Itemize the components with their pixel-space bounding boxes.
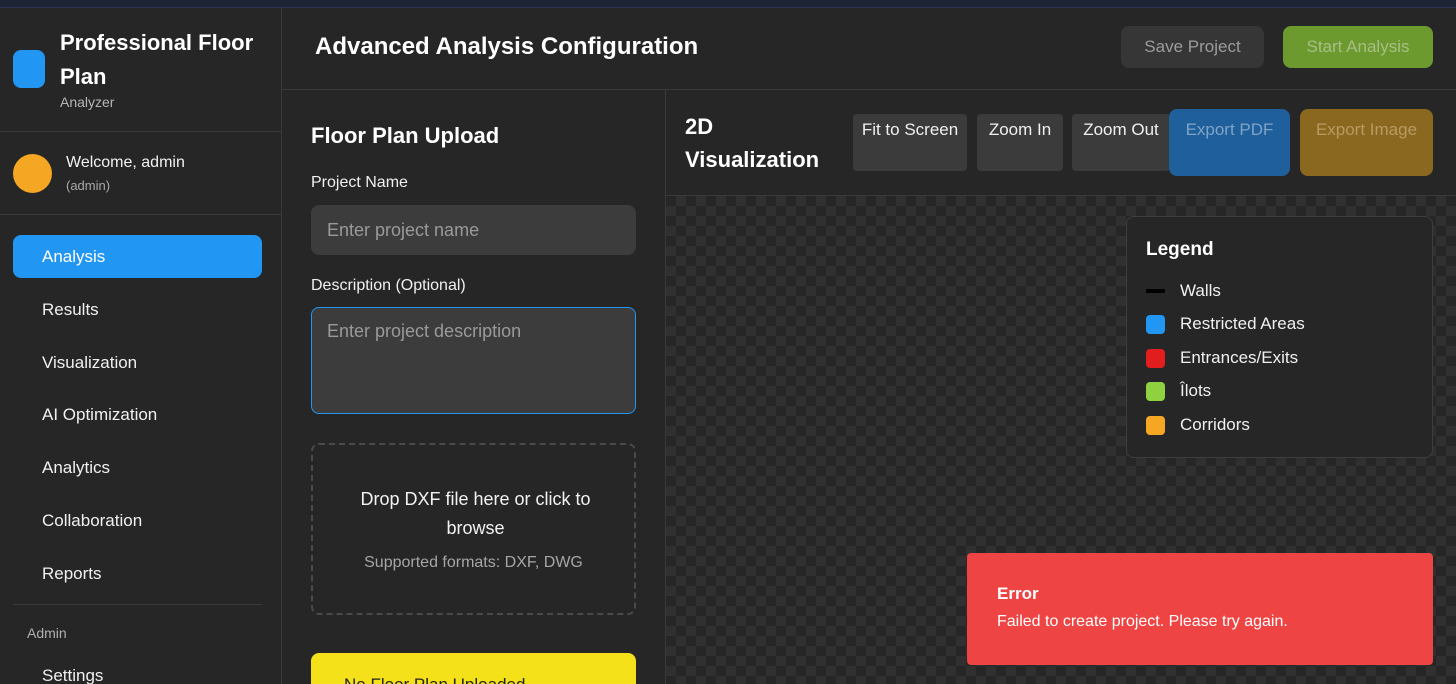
- legend-title: Legend: [1146, 239, 1214, 260]
- sidebar-item-analysis[interactable]: Analysis: [13, 235, 262, 278]
- entrances-swatch: [1146, 349, 1165, 368]
- sidebar-item-reports[interactable]: Reports: [13, 552, 262, 595]
- upload-panel: Floor Plan Upload Project Name Enter pro…: [282, 90, 666, 684]
- zoom-out-button[interactable]: Zoom Out: [1072, 114, 1170, 171]
- legend-label: Corridors: [1180, 415, 1250, 434]
- visualization-title: 2D Visualization: [685, 114, 820, 172]
- error-toast[interactable]: Error Failed to create project. Please t…: [967, 553, 1433, 665]
- visualization-panel: 2D Visualization Fit to Screen Zoom In Z…: [666, 90, 1456, 684]
- export-image-button[interactable]: Export Image: [1300, 109, 1433, 176]
- project-name-label: Project Name: [311, 174, 408, 191]
- export-pdf-button[interactable]: Export PDF: [1169, 109, 1290, 176]
- app-logo-icon: [13, 50, 45, 88]
- sidebar-item-analytics[interactable]: Analytics: [13, 446, 262, 489]
- brand: Professional Floor Plan Analyzer: [0, 8, 281, 132]
- legend-label: Walls: [1180, 281, 1221, 300]
- restricted-swatch: [1146, 315, 1165, 334]
- sidebar-item-visualization[interactable]: Visualization: [13, 341, 262, 384]
- toast-message: Failed to create project. Please try aga…: [997, 613, 1288, 630]
- zoom-in-button[interactable]: Zoom In: [977, 114, 1063, 171]
- legend-label: Îlots: [1180, 381, 1212, 400]
- upload-title: Floor Plan Upload: [311, 123, 500, 148]
- sidebar: Professional Floor Plan Analyzer Welcome…: [0, 8, 282, 684]
- start-analysis-button[interactable]: Start Analysis: [1283, 26, 1433, 68]
- walls-swatch: [1146, 289, 1165, 293]
- user-panel: Welcome, admin (admin): [0, 132, 281, 215]
- top-strip: [0, 0, 1456, 8]
- floor-plan-canvas[interactable]: Legend Walls Restricted Areas Entrances/…: [666, 196, 1456, 684]
- nav-divider: [13, 604, 262, 605]
- description-textarea[interactable]: Enter project description: [311, 307, 636, 414]
- project-name-input[interactable]: Enter project name: [311, 205, 636, 255]
- page-header: Advanced Analysis Configuration Save Pro…: [282, 8, 1456, 90]
- save-project-button[interactable]: Save Project: [1121, 26, 1264, 68]
- sidebar-item-ai-optimization[interactable]: AI Optimization: [13, 393, 262, 436]
- legend-label: Entrances/Exits: [1180, 348, 1299, 367]
- sidebar-item-settings[interactable]: Settings: [13, 654, 262, 684]
- legend-label: Restricted Areas: [1180, 314, 1305, 333]
- supported-formats: Supported formats: DXF, DWG: [364, 554, 583, 571]
- user-role: (admin): [66, 178, 111, 193]
- fit-to-screen-button[interactable]: Fit to Screen: [853, 114, 967, 171]
- sidebar-item-collaboration[interactable]: Collaboration: [13, 499, 262, 542]
- file-dropzone[interactable]: Drop DXF file here or click to browse Su…: [311, 443, 636, 615]
- legend: Legend Walls Restricted Areas Entrances/…: [1126, 216, 1433, 458]
- dropzone-text: Drop DXF file here or click to browse: [360, 489, 591, 538]
- visualization-header: 2D Visualization Fit to Screen Zoom In Z…: [666, 90, 1456, 196]
- user-welcome: Welcome, admin: [66, 154, 185, 171]
- ilots-swatch: [1146, 382, 1165, 401]
- page-title: Advanced Analysis Configuration: [315, 33, 699, 60]
- avatar[interactable]: [13, 154, 52, 193]
- toast-title: Error: [997, 584, 1039, 603]
- description-label: Description (Optional): [311, 277, 466, 294]
- app-title: Professional Floor Plan: [60, 30, 254, 89]
- corridors-swatch: [1146, 416, 1165, 435]
- upload-status-banner: No Floor Plan Uploaded: [311, 653, 636, 684]
- app-subtitle: Analyzer: [60, 94, 115, 110]
- nav-section-admin: Admin: [27, 625, 67, 641]
- sidebar-item-results[interactable]: Results: [13, 288, 262, 331]
